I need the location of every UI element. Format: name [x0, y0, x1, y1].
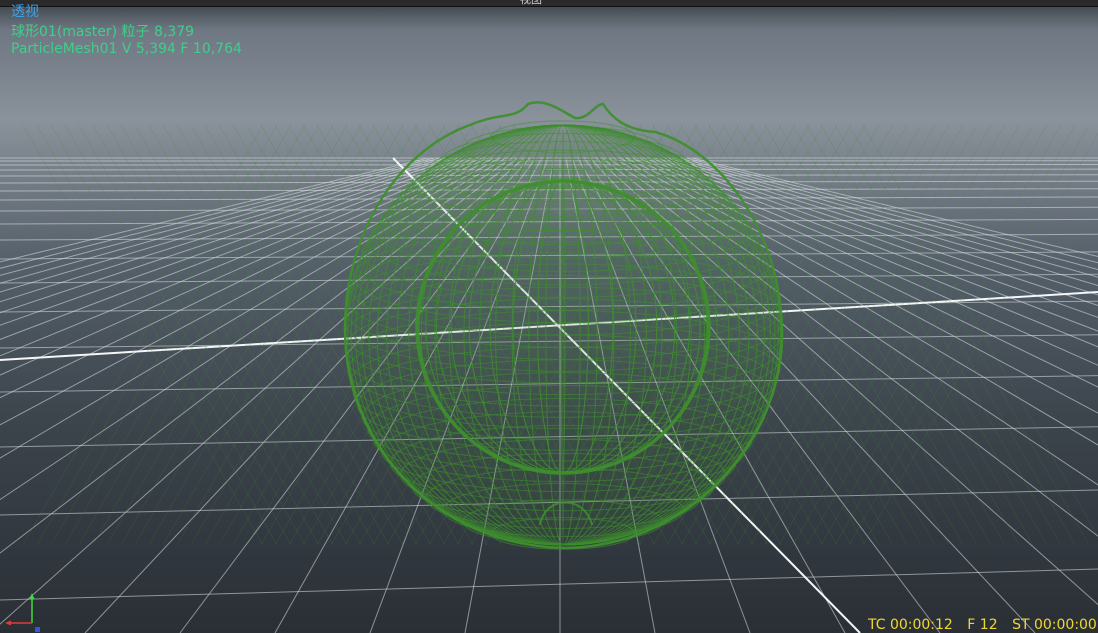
- timecode-st: ST 00:00:00: [1012, 617, 1097, 633]
- axis-gizmo-icon: [5, 593, 40, 632]
- hud-mesh-stats: ParticleMesh01 V 5,394 F 10,764: [11, 41, 242, 57]
- viewport-perspective[interactable]: 视图 透视 球形01(master) 粒子 8,379 ParticleMesh…: [0, 0, 1098, 633]
- timecode-tc: TC 00:00:12: [868, 617, 953, 633]
- grid-line: [0, 568, 1098, 601]
- timecode-readout: TC 00:00:12 F 12 ST 00:00:00: [868, 617, 1098, 633]
- hud-particle-count: 球形01(master) 粒子 8,379: [11, 24, 195, 40]
- scene-canvas[interactable]: [0, 0, 1098, 633]
- timecode-frame: F 12: [967, 617, 998, 633]
- hud-view-name: 透视: [11, 4, 39, 20]
